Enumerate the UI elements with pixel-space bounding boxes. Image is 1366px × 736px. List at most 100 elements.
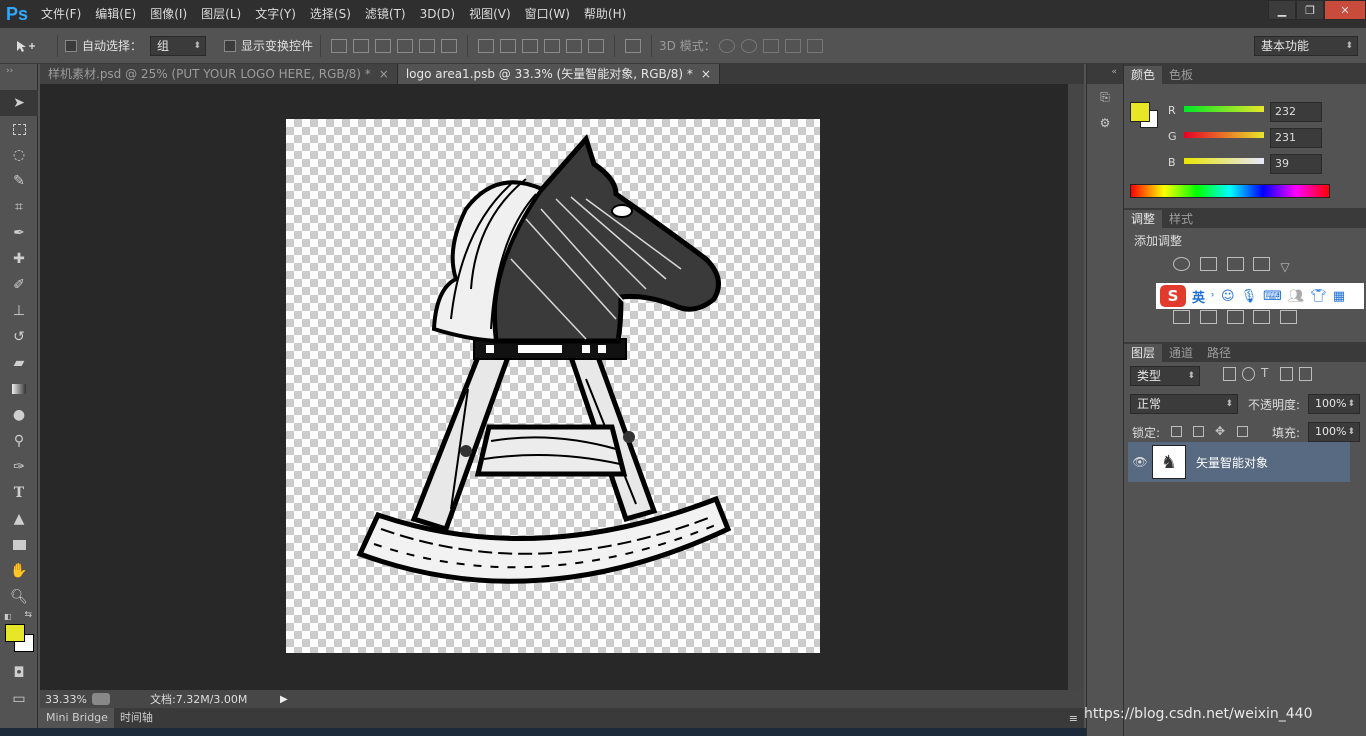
posterize-icon[interactable] bbox=[1199, 310, 1217, 324]
eyedropper-tool-icon[interactable]: ✒ bbox=[0, 220, 38, 246]
tab-close-icon[interactable]: × bbox=[701, 64, 711, 84]
zoom-level[interactable]: 33.33% bbox=[40, 693, 92, 706]
clone-stamp-tool-icon[interactable]: ⊥ bbox=[0, 298, 38, 324]
tab-color[interactable]: 颜色 bbox=[1124, 66, 1163, 84]
type-tool-icon[interactable]: T bbox=[0, 480, 38, 506]
tab-paths[interactable]: 路径 bbox=[1200, 344, 1238, 362]
menu-edit[interactable]: 编辑(E) bbox=[88, 0, 143, 28]
layer-visibility-eye-icon[interactable]: 👁︎ bbox=[1128, 455, 1152, 469]
b-slider[interactable] bbox=[1184, 158, 1264, 164]
align-left-icon[interactable] bbox=[397, 38, 414, 53]
r-value-input[interactable]: 232 bbox=[1270, 102, 1322, 122]
ime-skin-icon[interactable]: 👕︎ bbox=[1310, 289, 1327, 304]
path-select-tool-icon[interactable]: ▲ bbox=[0, 506, 38, 532]
quick-mask-icon[interactable]: ◘ bbox=[0, 660, 38, 686]
distribute-bottom-icon[interactable] bbox=[522, 38, 539, 53]
workspace-dropdown[interactable]: 基本功能 bbox=[1254, 35, 1358, 56]
distribute-top-icon[interactable] bbox=[478, 38, 495, 53]
dock-collapse-icon[interactable]: « bbox=[1087, 64, 1123, 84]
eraser-tool-icon[interactable]: ▰ bbox=[0, 350, 38, 376]
3d-pan-icon[interactable] bbox=[762, 38, 779, 53]
ime-voice-icon[interactable]: 🎙︎ bbox=[1241, 289, 1258, 304]
panel-menu-icon[interactable]: ≡ bbox=[1069, 712, 1084, 725]
distribute-hcenter-icon[interactable] bbox=[566, 38, 583, 53]
lock-transparency-icon[interactable] bbox=[1171, 426, 1182, 437]
restore-button[interactable]: ❐ bbox=[1296, 0, 1324, 20]
lasso-tool-icon[interactable]: ◌ bbox=[0, 142, 38, 168]
color-fg-swatch[interactable] bbox=[1130, 102, 1150, 122]
marquee-tool-icon[interactable] bbox=[0, 116, 38, 142]
layer-thumbnail[interactable]: ♞ bbox=[1152, 445, 1186, 479]
tab-close-icon[interactable]: × bbox=[379, 64, 389, 84]
g-value-input[interactable]: 231 bbox=[1270, 128, 1322, 148]
properties-panel-icon[interactable]: ⚙ bbox=[1087, 110, 1123, 136]
3d-roll-icon[interactable] bbox=[740, 38, 757, 53]
invert-icon[interactable] bbox=[1173, 310, 1190, 324]
curves-icon[interactable] bbox=[1226, 257, 1244, 271]
ime-punct-icon[interactable]: ˒ bbox=[1211, 289, 1215, 304]
healing-brush-tool-icon[interactable]: ✚ bbox=[0, 246, 38, 272]
exposure-icon[interactable] bbox=[1253, 257, 1271, 271]
crop-tool-icon[interactable]: ⌗ bbox=[0, 194, 38, 220]
layer-name[interactable]: 矢量智能对象 bbox=[1196, 454, 1268, 471]
history-panel-icon[interactable]: ⎘ bbox=[1087, 84, 1123, 110]
lock-pixels-icon[interactable] bbox=[1193, 426, 1204, 437]
filter-shape-icon[interactable] bbox=[1280, 367, 1293, 381]
gradient-tool-icon[interactable] bbox=[0, 376, 38, 402]
swap-colors-icon[interactable]: ⇆ bbox=[24, 610, 32, 620]
status-preview-icon[interactable] bbox=[92, 693, 110, 705]
menu-image[interactable]: 图像(I) bbox=[143, 0, 194, 28]
quick-select-tool-icon[interactable]: ✎ bbox=[0, 168, 38, 194]
color-spectrum-bar[interactable] bbox=[1130, 184, 1330, 198]
align-bottom-icon[interactable] bbox=[375, 38, 392, 53]
3d-slide-icon[interactable] bbox=[784, 38, 801, 53]
auto-select-checkbox[interactable] bbox=[65, 39, 77, 52]
filter-pixel-icon[interactable] bbox=[1223, 367, 1236, 381]
zoom-tool-icon[interactable]: 🔍︎ bbox=[0, 584, 38, 610]
vibrance-icon[interactable]: ▽ bbox=[1280, 260, 1297, 274]
fill-input[interactable]: 100% bbox=[1308, 422, 1360, 442]
screen-mode-icon[interactable]: ▭ bbox=[0, 686, 38, 712]
tab-timeline[interactable]: 时间轴 bbox=[114, 708, 159, 728]
brightness-icon[interactable] bbox=[1173, 257, 1190, 271]
status-menu-arrow-icon[interactable]: ▶ bbox=[280, 694, 288, 705]
menu-filter[interactable]: 滤镜(T) bbox=[358, 0, 413, 28]
dodge-tool-icon[interactable]: ⚲ bbox=[0, 428, 38, 454]
align-right-icon[interactable] bbox=[441, 38, 458, 53]
distribute-right-icon[interactable] bbox=[588, 38, 605, 53]
vertical-scrollbar[interactable] bbox=[1068, 84, 1084, 690]
align-vcenter-icon[interactable] bbox=[353, 38, 370, 53]
rectangle-tool-icon[interactable] bbox=[0, 532, 38, 558]
lock-all-icon[interactable] bbox=[1237, 426, 1248, 437]
3d-scale-icon[interactable] bbox=[806, 38, 823, 53]
ime-emoji-icon[interactable]: ☺ bbox=[1221, 289, 1235, 304]
menu-help[interactable]: 帮助(H) bbox=[577, 0, 633, 28]
toolbox-grip-icon[interactable]: ›› bbox=[0, 64, 37, 90]
tab-mockup[interactable]: 样机素材.psd @ 25% (PUT YOUR LOGO HERE, RGB/… bbox=[40, 64, 398, 84]
tab-adjustments[interactable]: 调整 bbox=[1124, 210, 1163, 228]
r-slider[interactable] bbox=[1184, 106, 1264, 112]
threshold-icon[interactable] bbox=[1226, 310, 1244, 324]
opacity-input[interactable]: 100% bbox=[1308, 394, 1360, 414]
move-tool-preset-icon[interactable] bbox=[0, 39, 50, 53]
ime-apps-icon[interactable]: ▦ bbox=[1333, 289, 1345, 304]
tab-mini-bridge[interactable]: Mini Bridge bbox=[40, 708, 114, 728]
blend-mode-dropdown[interactable]: 正常 bbox=[1130, 394, 1238, 414]
menu-select[interactable]: 选择(S) bbox=[303, 0, 358, 28]
blur-tool-icon[interactable]: ● bbox=[0, 402, 38, 428]
close-button[interactable]: ✕ bbox=[1324, 0, 1366, 20]
brush-tool-icon[interactable]: ✐ bbox=[0, 272, 38, 298]
3d-rotate-icon[interactable] bbox=[718, 38, 735, 53]
show-transform-checkbox[interactable] bbox=[224, 39, 237, 52]
ime-mode-toggle[interactable]: 英 bbox=[1192, 287, 1205, 306]
align-hcenter-icon[interactable] bbox=[419, 38, 436, 53]
default-colors-icon[interactable]: ◧ bbox=[4, 612, 12, 621]
g-slider[interactable] bbox=[1184, 132, 1264, 138]
tab-layers[interactable]: 图层 bbox=[1124, 344, 1163, 362]
minimize-button[interactable]: ▁ bbox=[1268, 0, 1296, 20]
history-brush-tool-icon[interactable]: ↺ bbox=[0, 324, 38, 350]
align-top-icon[interactable] bbox=[331, 38, 348, 53]
menu-3d[interactable]: 3D(D) bbox=[413, 0, 462, 28]
filter-adjust-icon[interactable] bbox=[1242, 367, 1255, 381]
layer-row[interactable]: 👁︎ ♞ 矢量智能对象 bbox=[1128, 442, 1350, 482]
